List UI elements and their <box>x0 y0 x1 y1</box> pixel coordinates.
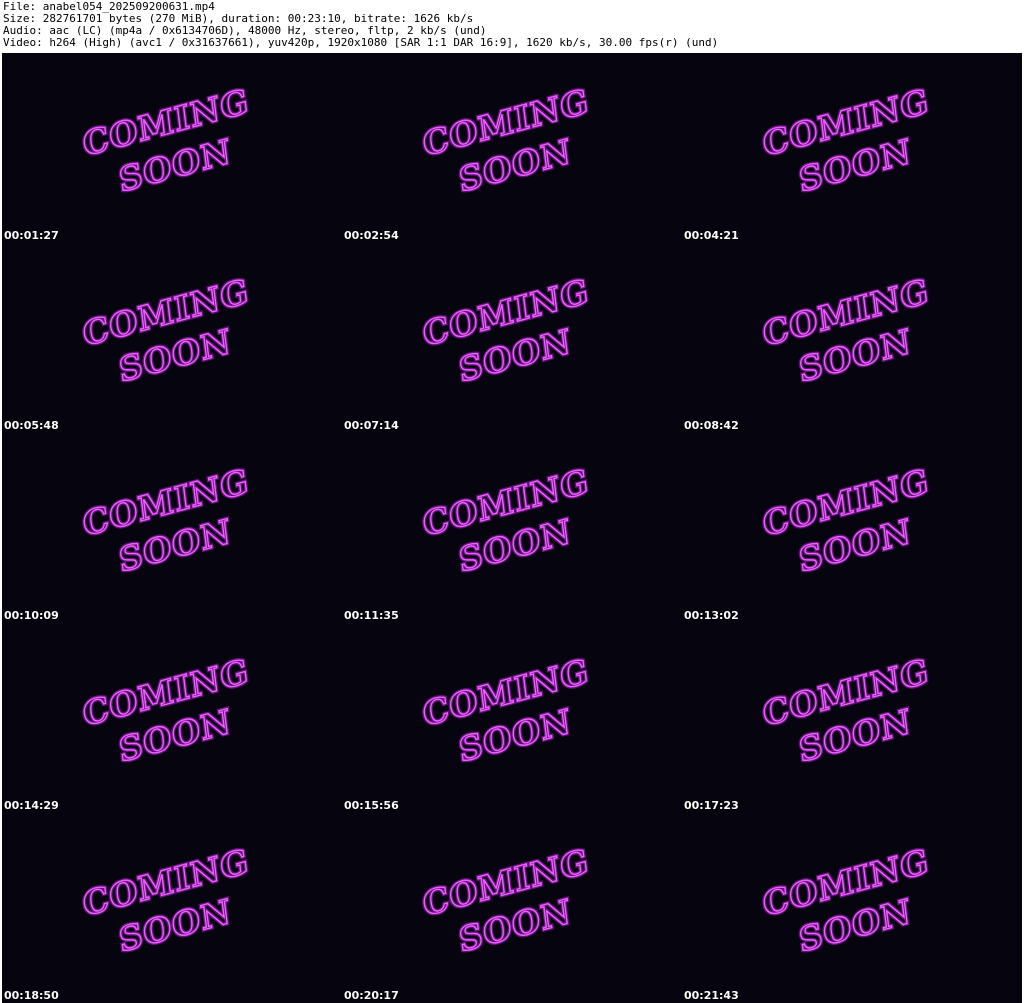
thumbnail-timestamp: 00:01:27 <box>4 229 59 242</box>
thumbnail-timestamp: 00:10:09 <box>4 609 59 622</box>
thumbnail-frame: COMING SOON COMING SOON 00:18:50 <box>2 813 342 1003</box>
coming-soon-neon-graphic: COMINGSOONCOMINGSOON <box>79 839 253 962</box>
thumbnail-grid: COMING SOON COMING SOON 00:01:27 COMING SOON CO… <box>2 53 1022 1003</box>
thumbnail-timestamp: 00:08:42 <box>684 419 739 432</box>
coming-soon-neon-graphic: COMINGSOONCOMINGSOON <box>419 79 593 202</box>
thumbnail-timestamp: 00:13:02 <box>684 609 739 622</box>
thumbnail-timestamp: 00:17:23 <box>684 799 739 812</box>
thumbnail-frame: COMING SOON COMING SOON 00:05:48 <box>2 243 342 433</box>
coming-soon-neon-graphic: COMINGSOONCOMINGSOON <box>419 269 593 392</box>
thumbnail-frame: COMING SOON COMING SOON 00:14:29 <box>2 623 342 813</box>
thumbnail-frame: COMING SOON COMING SOON 00:02:54 <box>342 53 682 243</box>
thumbnail-frame: COMING SOON COMING SOON 00:04:21 <box>682 53 1022 243</box>
thumbnail-frame: COMING SOON COMING SOON 00:21:43 <box>682 813 1022 1003</box>
thumbnail-frame: COMING SOON COMING SOON 00:11:35 <box>342 433 682 623</box>
thumbnail-frame: COMING SOON COMING SOON 00:07:14 <box>342 243 682 433</box>
thumbnail-timestamp: 00:18:50 <box>4 989 59 1002</box>
video-line: Video: h264 (High) (avc1 / 0x31637661), … <box>3 36 719 49</box>
coming-soon-neon-graphic: COMINGSOONCOMINGSOON <box>759 459 933 582</box>
coming-soon-neon-graphic: COMINGSOONCOMINGSOON <box>759 839 933 962</box>
thumbnail-timestamp: 00:11:35 <box>344 609 399 622</box>
coming-soon-neon-graphic: COMINGSOONCOMINGSOON <box>419 649 593 772</box>
coming-soon-neon-graphic: COMINGSOONCOMINGSOON <box>759 269 933 392</box>
thumbnail-frame: COMING SOON COMING SOON 00:15:56 <box>342 623 682 813</box>
thumbnail-frame: COMING SOON COMING SOON 00:08:42 <box>682 243 1022 433</box>
thumbnail-frame: COMING SOON COMING SOON 00:20:17 <box>342 813 682 1003</box>
thumbnail-frame: COMING SOON COMING SOON 00:13:02 <box>682 433 1022 623</box>
thumbnail-frame: COMING SOON COMING SOON 00:01:27 <box>2 53 342 243</box>
thumbnail-timestamp: 00:07:14 <box>344 419 399 432</box>
coming-soon-neon-graphic: COMINGSOONCOMINGSOON <box>79 649 253 772</box>
coming-soon-neon-graphic: COMINGSOONCOMINGSOON <box>759 79 933 202</box>
coming-soon-neon-graphic: COMINGSOONCOMINGSOON <box>79 269 253 392</box>
file-info-header: File: anabel054_202509200631.mp4 Size: 2… <box>3 1 1021 49</box>
thumbnail-timestamp: 00:20:17 <box>344 989 399 1002</box>
thumbnail-frame: COMING SOON COMING SOON 00:17:23 <box>682 623 1022 813</box>
thumbnail-timestamp: 00:15:56 <box>344 799 399 812</box>
coming-soon-neon-graphic: COMINGSOONCOMINGSOON <box>79 459 253 582</box>
thumbnail-timestamp: 00:05:48 <box>4 419 59 432</box>
coming-soon-neon-graphic: COMINGSOONCOMINGSOON <box>419 839 593 962</box>
thumbnail-timestamp: 00:14:29 <box>4 799 59 812</box>
coming-soon-neon-graphic: COMINGSOONCOMINGSOON <box>759 649 933 772</box>
coming-soon-neon-graphic: COMINGSOONCOMINGSOON <box>419 459 593 582</box>
thumbnail-timestamp: 00:21:43 <box>684 989 739 1002</box>
thumbnail-frame: COMING SOON COMING SOON 00:10:09 <box>2 433 342 623</box>
thumbnail-timestamp: 00:04:21 <box>684 229 739 242</box>
coming-soon-neon-graphic: COMINGSOONCOMINGSOON <box>79 79 253 202</box>
thumbnail-timestamp: 00:02:54 <box>344 229 399 242</box>
